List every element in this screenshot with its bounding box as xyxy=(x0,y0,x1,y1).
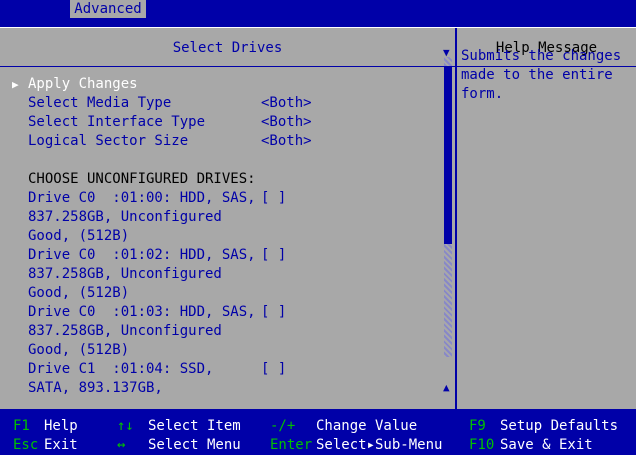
drive-item-line: SATA, 893.137GB, xyxy=(28,380,163,396)
drive-item-line: 837.258GB, Unconfigured xyxy=(28,323,222,339)
help-message-text: Submits the changes made to the entire f… xyxy=(461,48,630,102)
exit-text: Exit xyxy=(44,437,78,453)
select-menu-text: Select Menu xyxy=(148,437,241,453)
drive-checkbox[interactable]: [ ] xyxy=(261,360,286,379)
apply-changes-item[interactable]: Apply Changes xyxy=(28,75,138,94)
drive-item-line: 837.258GB, Unconfigured xyxy=(28,266,222,282)
panel-divider xyxy=(455,28,457,409)
select-item-text: Select Item xyxy=(148,418,241,434)
left-right-arrows-icon: ↔ xyxy=(117,437,126,453)
select-interface-type-item[interactable]: Select Interface Type xyxy=(28,113,205,132)
f10-key: F10 xyxy=(469,437,495,453)
setup-defaults-text: Setup Defaults xyxy=(500,418,619,434)
drive-checkbox[interactable]: [ ] xyxy=(261,246,286,265)
drive-item-line: Good, (512B) xyxy=(28,228,130,244)
change-value-text: Change Value xyxy=(316,418,418,434)
tab-advanced[interactable]: Advanced xyxy=(70,0,146,18)
scroll-up-arrow-icon[interactable]: ▲ xyxy=(443,381,450,394)
f1-key: F1 xyxy=(13,418,30,434)
esc-key: Esc xyxy=(13,437,39,453)
sector-size-value[interactable]: <Both> xyxy=(261,132,312,151)
drive-item-line: Good, (512B) xyxy=(28,342,130,358)
drive-checkbox[interactable]: [ ] xyxy=(261,189,286,208)
selection-pointer-icon: ▶ xyxy=(12,78,19,91)
enter-key: Enter xyxy=(270,437,313,453)
media-type-value[interactable]: <Both> xyxy=(261,94,312,113)
page-title: Select Drives xyxy=(172,40,283,56)
plus-minus-key: -/+ xyxy=(270,418,296,434)
save-exit-text: Save & Exit xyxy=(500,437,593,453)
drive-item[interactable]: Drive C1 :01:04: SSD, xyxy=(28,360,213,379)
drive-item[interactable]: Drive C0 :01:02: HDD, SAS, xyxy=(28,246,256,265)
interface-type-value[interactable]: <Both> xyxy=(261,113,312,132)
select-submenu-text: Select▸Sub-Menu xyxy=(316,437,443,453)
drive-item-line: Good, (512B) xyxy=(28,285,130,301)
drive-item-line: 837.258GB, Unconfigured xyxy=(28,209,222,225)
drive-item[interactable]: Drive C0 :01:00: HDD, SAS, xyxy=(28,189,256,208)
logical-sector-size-item[interactable]: Logical Sector Size xyxy=(28,132,188,151)
drive-item[interactable]: Drive C0 :01:03: HDD, SAS, xyxy=(28,303,256,322)
left-title-divider xyxy=(0,66,455,67)
select-media-type-item[interactable]: Select Media Type xyxy=(28,94,171,113)
scrollbar-thumb[interactable] xyxy=(444,66,452,244)
f9-key: F9 xyxy=(469,418,486,434)
f1-text: Help xyxy=(44,418,78,434)
up-down-arrows-icon: ↑↓ xyxy=(117,418,134,434)
unconfigured-drives-heading: CHOOSE UNCONFIGURED DRIVES: xyxy=(28,171,256,187)
drive-checkbox[interactable]: [ ] xyxy=(261,303,286,322)
